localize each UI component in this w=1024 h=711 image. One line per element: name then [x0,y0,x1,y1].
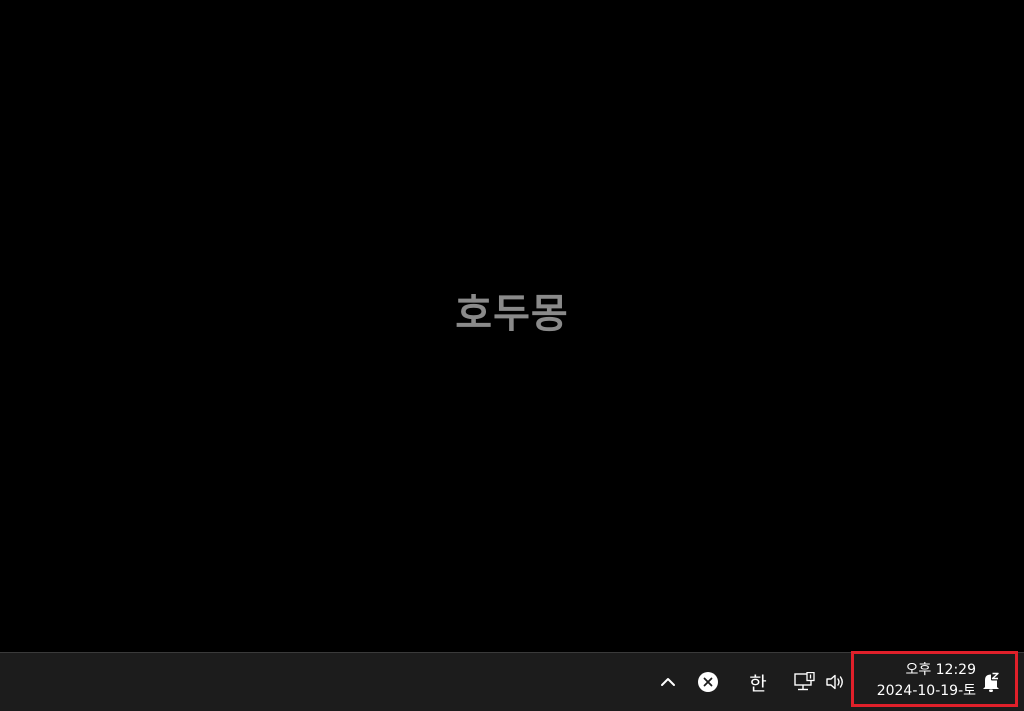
close-circle-icon [698,672,718,692]
network-button[interactable] [790,653,820,711]
highlight-box [851,651,1018,707]
tray-status-button[interactable] [694,653,722,711]
network-monitor-icon [794,672,815,691]
ime-indicator-button[interactable]: 한 [742,653,774,711]
speaker-icon [826,674,843,690]
watermark-text: 호두몽 [455,291,569,337]
volume-button[interactable] [822,653,848,711]
chevron-up-icon [661,678,675,686]
ime-label: 한 [749,672,767,695]
desktop-background: 호두몽 [0,0,1024,652]
show-hidden-icons-button[interactable] [654,653,682,711]
